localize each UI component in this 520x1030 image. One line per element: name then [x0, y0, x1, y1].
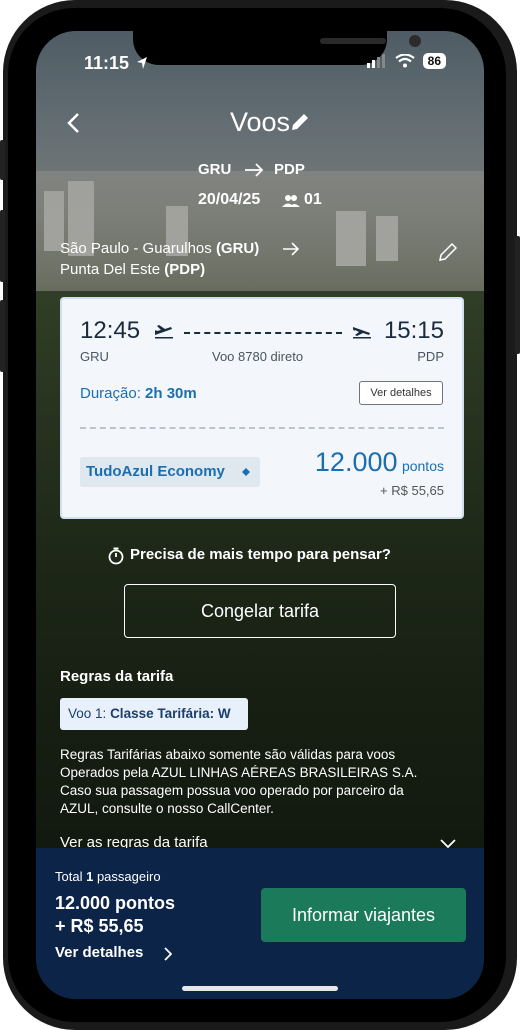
flight-info: Voo 8780 direto: [212, 349, 304, 364]
points-unit: pontos: [401, 458, 444, 474]
front-camera: [409, 35, 421, 47]
route-arrow-icon: [283, 242, 300, 256]
passenger-label: passageiro: [96, 869, 161, 884]
summary-details-link[interactable]: Ver detalhes: [55, 944, 143, 961]
route-destination-code: (PDP): [164, 261, 206, 278]
edit-route-icon[interactable]: [438, 242, 458, 262]
status-icons: 86: [366, 53, 446, 69]
arrow-right-icon: [245, 163, 264, 177]
inform-travelers-button[interactable]: Informar viajantes: [261, 888, 466, 942]
flight-card[interactable]: 12:45 15:15 GRU Voo 8780 direto PDP Dura…: [60, 297, 464, 519]
fare-rules-tag: Voo 1: Classe Tarifária: W: [60, 698, 248, 730]
route-origin-code: (GRU): [215, 240, 260, 257]
departure-code: GRU: [80, 349, 109, 364]
duration-label: Duração:: [80, 385, 141, 402]
stopwatch-icon: [108, 547, 124, 565]
route-origin: São Paulo - Guarulhos (GRU): [60, 240, 259, 257]
speaker-grille: [320, 38, 386, 44]
home-indicator: [182, 986, 338, 991]
app-screen: 11:15 86 Voos GRU PDP 20/04/25 01 São Pa…: [36, 31, 484, 999]
status-time: 11:15: [84, 53, 130, 73]
edit-pencil-icon[interactable]: [290, 112, 310, 132]
passenger-count: 1: [86, 869, 94, 884]
arrival-time: 15:15: [383, 317, 444, 344]
flight-duration: Duração: 2h 30m: [80, 385, 197, 402]
freeze-question: Precisa de mais tempo para pensar?: [130, 546, 391, 563]
wifi-icon: [394, 54, 415, 68]
fare-tag-class: Classe Tarifária: W: [110, 706, 231, 721]
departure-time: 12:45: [80, 317, 141, 344]
total-cash: + R$ 55,65: [55, 916, 144, 936]
trip-destination-code: PDP: [274, 161, 305, 178]
total-label: Total: [55, 869, 83, 884]
fare-cash: + R$ 55,65: [380, 483, 444, 498]
power-button: [515, 236, 520, 354]
trip-date: 20/04/25: [198, 191, 261, 208]
fare-class-label: TudoAzul Economy: [86, 463, 225, 480]
points-value: 12.000: [314, 447, 398, 477]
landing-icon: [353, 327, 371, 339]
route-destination: Punta Del Este (PDP): [60, 261, 205, 278]
page-title: Voos: [229, 107, 291, 137]
route-origin-name: São Paulo - Guarulhos: [60, 240, 212, 257]
diamond-icon: [242, 468, 250, 476]
fare-rules-text: Regras Tarifárias abaixo somente são vál…: [60, 747, 418, 816]
takeoff-icon: [155, 325, 173, 339]
flight-details-button[interactable]: Ver detalhes: [359, 381, 443, 405]
cellular-signal-icon: [366, 54, 385, 68]
fare-rules-title: Regras da tarifa: [60, 668, 174, 685]
route-destination-name: Punta Del Este: [60, 261, 161, 278]
battery-icon: 86: [422, 53, 446, 69]
freeze-fare-button[interactable]: Congelar tarifa: [124, 584, 396, 638]
mute-switch: [0, 140, 5, 180]
fare-tag-prefix: Voo 1:: [68, 706, 107, 721]
arrival-code: PDP: [417, 349, 444, 364]
location-arrow-icon: [137, 57, 147, 69]
volume-up-button: [0, 210, 5, 282]
total-passengers: Total 1 passageiro: [55, 869, 161, 884]
booking-summary-panel: Total 1 passageiro 12.000 pontos + R$ 55…: [36, 848, 484, 999]
trip-passengers: 01: [304, 191, 322, 208]
chevron-right-icon[interactable]: [164, 947, 172, 961]
fare-points: 12.000 pontos: [315, 447, 444, 478]
fare-class-badge: TudoAzul Economy: [80, 457, 260, 487]
trip-origin-code: GRU: [198, 161, 232, 178]
fare-tag-line: Voo 1: Classe Tarifária: W: [68, 706, 231, 721]
total-points: 12.000 pontos: [55, 893, 176, 913]
duration-value: 2h 30m: [145, 385, 197, 402]
card-divider: [80, 427, 444, 429]
volume-down-button: [0, 300, 5, 372]
passengers-icon: [282, 195, 300, 207]
flight-path-line: [184, 332, 342, 334]
dynamic-island: [133, 31, 421, 65]
